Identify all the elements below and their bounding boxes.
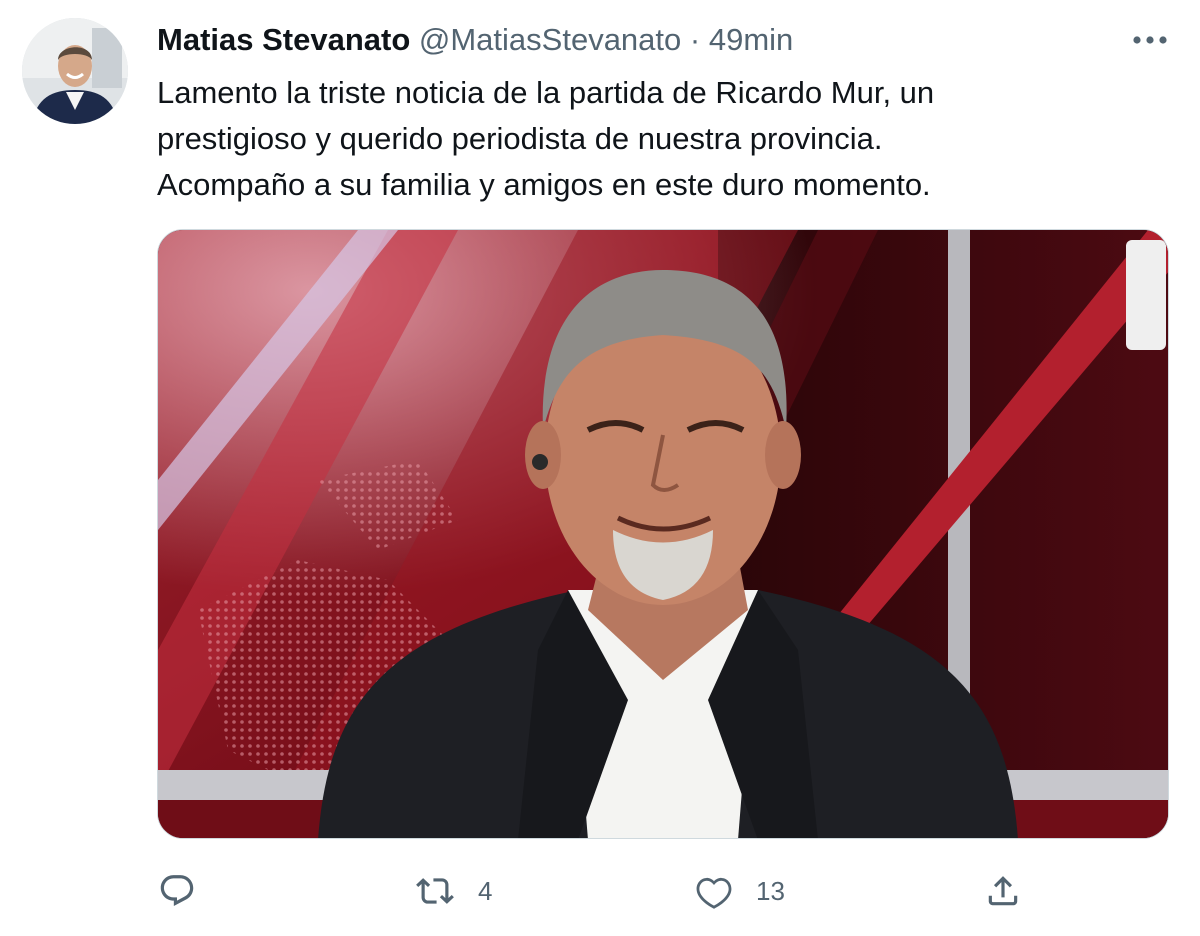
tweet-actions: 4 13 [0, 866, 1200, 916]
like-button[interactable]: 13 [694, 866, 785, 916]
tweet-text-line: Acompaño a su familia y amigos en este d… [157, 167, 931, 202]
more-options-button[interactable] [1130, 24, 1170, 56]
tweet-text: Lamento la triste noticia de la partida … [157, 70, 1117, 208]
retweet-button[interactable]: 4 [414, 866, 492, 916]
header-separator: · [689, 22, 701, 57]
tweet-photo[interactable] [157, 229, 1169, 839]
like-count: 13 [756, 875, 785, 906]
author-name[interactable]: Matias Stevanato [157, 22, 410, 57]
share-icon [988, 876, 1018, 906]
retweet-count: 4 [478, 875, 493, 906]
reply-button[interactable] [158, 866, 218, 916]
reply-icon [160, 875, 194, 906]
tweet-timestamp[interactable]: 49min [709, 22, 793, 57]
retweet-icon [416, 878, 454, 904]
tweet-text-line: prestigioso y querido periodista de nues… [157, 121, 883, 156]
author-avatar[interactable] [22, 18, 128, 124]
share-button[interactable] [984, 866, 1022, 916]
tweet-text-line: Lamento la triste noticia de la partida … [157, 75, 935, 110]
more-icon [1133, 36, 1167, 44]
tweet-header: Matias Stevanato @MatiasStevanato · 49mi… [157, 22, 793, 58]
author-handle[interactable]: @MatiasStevanato [419, 22, 681, 57]
like-icon [696, 877, 732, 909]
